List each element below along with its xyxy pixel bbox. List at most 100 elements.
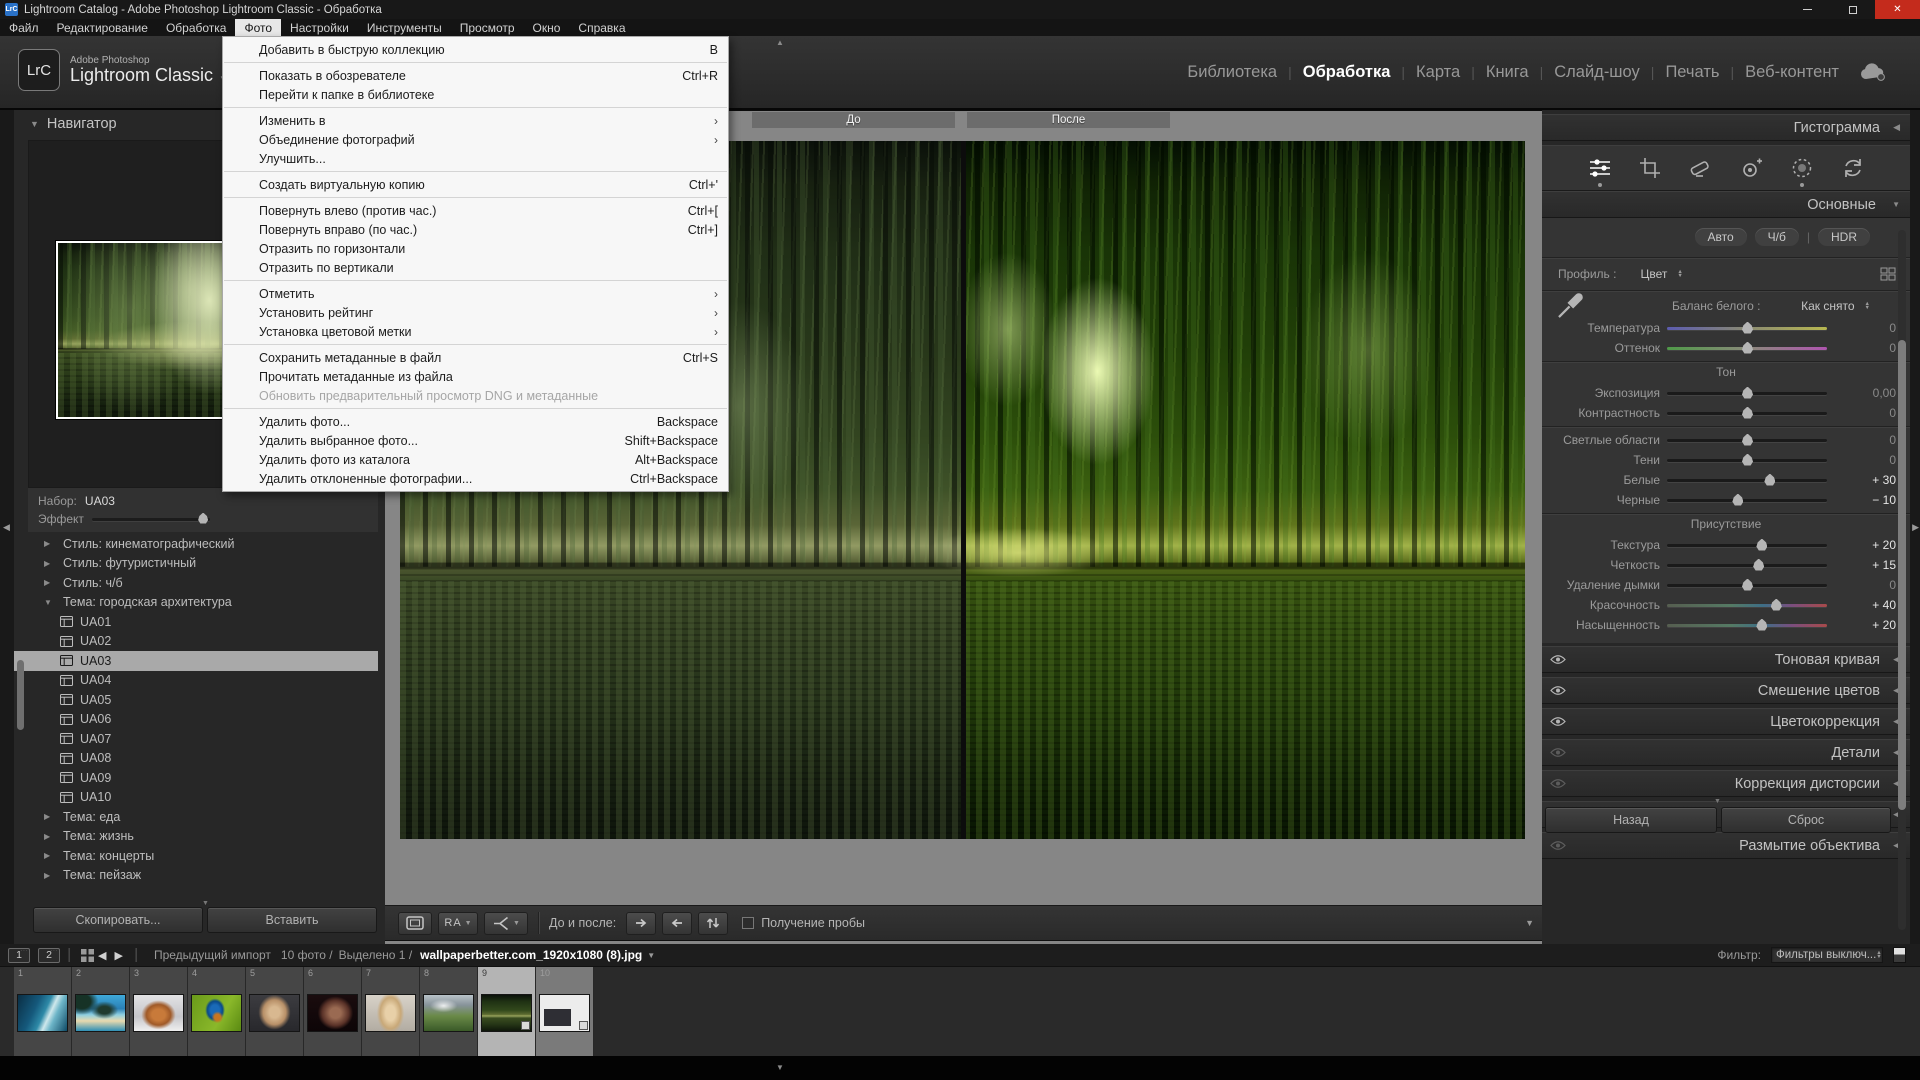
filmstrip-cell-4[interactable]: 4 bbox=[188, 967, 246, 1056]
disclosure-triangle-icon[interactable]: ▶ bbox=[44, 578, 56, 587]
slider-thumb[interactable] bbox=[1756, 539, 1767, 551]
menu-item-5-1[interactable]: Установить рейтинг› bbox=[223, 303, 728, 322]
filmstrip-cell-1[interactable]: 1 bbox=[14, 967, 72, 1056]
eye-icon[interactable] bbox=[1550, 716, 1566, 727]
profile-value[interactable]: Цвет bbox=[1640, 267, 1667, 281]
chevron-down-icon[interactable]: ▼ bbox=[647, 951, 655, 960]
menubar-item-8[interactable]: Окно bbox=[524, 19, 570, 36]
disclosure-triangle-icon[interactable]: ▶ bbox=[44, 559, 56, 568]
filmstrip-cell-10[interactable]: 10 bbox=[536, 967, 594, 1056]
previous-photo-arrow[interactable]: ◀ bbox=[98, 949, 106, 962]
menu-item-2-2[interactable]: Улучшить... bbox=[223, 149, 728, 168]
slider-track[interactable] bbox=[1667, 624, 1827, 627]
next-photo-arrow[interactable]: ▶ bbox=[114, 949, 122, 962]
slider-thumb[interactable] bbox=[1742, 434, 1753, 446]
slider-track[interactable] bbox=[1667, 327, 1827, 330]
menubar-item-4[interactable]: Фото bbox=[235, 19, 281, 36]
slider-track[interactable] bbox=[1667, 459, 1827, 462]
filmstrip-cell-7[interactable]: 7 bbox=[362, 967, 420, 1056]
menu-item-1-0[interactable]: Показать в обозревателеCtrl+R bbox=[223, 66, 728, 85]
menu-item-2-1[interactable]: Объединение фотографий› bbox=[223, 130, 728, 149]
close-button[interactable]: ✕ bbox=[1875, 0, 1920, 19]
slider-track[interactable] bbox=[1667, 564, 1827, 567]
menu-item-3-0[interactable]: Создать виртуальную копиюCtrl+' bbox=[223, 175, 728, 194]
collection-item-UA09[interactable]: UA09 bbox=[14, 768, 378, 788]
collection-group-15[interactable]: ▶Тема: еда bbox=[14, 807, 378, 827]
filmstrip-thumb-shot[interactable] bbox=[539, 994, 590, 1032]
eye-icon[interactable] bbox=[1550, 778, 1566, 789]
hdr-button[interactable]: HDR bbox=[1818, 228, 1870, 246]
left-scrollbar[interactable] bbox=[17, 660, 24, 730]
slider-thumb[interactable] bbox=[1742, 387, 1753, 399]
disclosure-triangle-icon[interactable]: ▶ bbox=[44, 812, 56, 821]
collection-item-UA06[interactable]: UA06 bbox=[14, 710, 378, 730]
slider-value[interactable]: − 10 bbox=[1850, 493, 1896, 507]
effect-slider[interactable] bbox=[92, 518, 210, 521]
filmstrip-cell-9[interactable]: 9 bbox=[478, 967, 536, 1056]
after-pane[interactable] bbox=[966, 141, 1525, 839]
collapse-top-panel-arrow[interactable]: ▲ bbox=[776, 38, 784, 47]
filmstrip-thumb-bird[interactable] bbox=[191, 994, 242, 1032]
menubar-item-1[interactable]: Файл bbox=[0, 19, 48, 36]
left-panel-edge[interactable]: ◀ bbox=[0, 110, 14, 944]
wb-value[interactable]: Как снято bbox=[1801, 299, 1854, 313]
paste-button[interactable]: Вставить bbox=[207, 907, 377, 933]
menubar-item-2[interactable]: Редактирование bbox=[48, 19, 157, 36]
maximize-button[interactable] bbox=[1830, 0, 1875, 19]
menubar-item-3[interactable]: Обработка bbox=[157, 19, 236, 36]
current-filename[interactable]: wallpaperbetter.com_1920x1080 (8).jpg bbox=[420, 948, 642, 962]
module-tab-4[interactable]: Книга bbox=[1475, 63, 1540, 82]
module-tab-3[interactable]: Карта bbox=[1405, 63, 1471, 82]
menu-item-4-2[interactable]: Отразить по горизонтали bbox=[223, 239, 728, 258]
filter-dropdown[interactable]: Фильтры выключ... ▲▼ bbox=[1771, 947, 1883, 963]
profile-browser-icon[interactable] bbox=[1880, 267, 1896, 281]
panel-header-1[interactable]: Тоновая кривая◀ bbox=[1542, 646, 1910, 673]
filmstrip-thumb-blonde1[interactable] bbox=[249, 994, 300, 1032]
filmstrip-thumb-blonde2[interactable] bbox=[365, 994, 416, 1032]
menu-item-7-3[interactable]: Удалить отклоненные фотографии...Ctrl+Ba… bbox=[223, 469, 728, 488]
collection-item-UA10[interactable]: UA10 bbox=[14, 788, 378, 808]
collection-group-17[interactable]: ▶Тема: концерты bbox=[14, 846, 378, 866]
collection-group-16[interactable]: ▶Тема: жизнь bbox=[14, 827, 378, 847]
collection-item-UA07[interactable]: UA07 bbox=[14, 729, 378, 749]
soft-proofing-checkbox[interactable] bbox=[742, 917, 754, 929]
healing-icon[interactable] bbox=[1688, 157, 1712, 179]
slider-thumb[interactable] bbox=[1753, 559, 1764, 571]
minimize-button[interactable] bbox=[1785, 0, 1830, 19]
slider-track[interactable] bbox=[1667, 544, 1827, 547]
collection-item-UA03[interactable]: UA03 bbox=[14, 651, 378, 671]
collapse-filmstrip-arrow[interactable]: ▼ bbox=[776, 1063, 784, 1072]
slider-thumb[interactable] bbox=[1742, 454, 1753, 466]
white-balance-eyedropper[interactable] bbox=[1554, 288, 1588, 322]
collection-group-3[interactable]: ▶Стиль: ч/б bbox=[14, 573, 378, 593]
menu-item-6-0[interactable]: Сохранить метаданные в файлCtrl+S bbox=[223, 348, 728, 367]
slider-value[interactable]: 0 bbox=[1850, 578, 1896, 592]
slider-track[interactable] bbox=[1667, 499, 1827, 502]
menubar-item-5[interactable]: Настройки bbox=[281, 19, 358, 36]
slider-value[interactable]: + 40 bbox=[1850, 598, 1896, 612]
toolbar-options-caret[interactable]: ▼ bbox=[1525, 918, 1534, 928]
menu-item-6-1[interactable]: Прочитать метаданные из файла bbox=[223, 367, 728, 386]
filter-toggle[interactable] bbox=[1893, 947, 1906, 963]
menu-item-5-2[interactable]: Установка цветовой метки› bbox=[223, 322, 728, 341]
swap-before-after-button[interactable] bbox=[698, 912, 728, 935]
filmstrip-thumb-ocean[interactable] bbox=[17, 994, 68, 1032]
collection-group-1[interactable]: ▶Стиль: кинематографический bbox=[14, 534, 378, 554]
back-button[interactable]: Назад bbox=[1545, 807, 1717, 833]
menu-item-0-0[interactable]: Добавить в быструю коллекциюB bbox=[223, 40, 728, 59]
slider-thumb[interactable] bbox=[1732, 494, 1743, 506]
panel-header-5[interactable]: Коррекция дисторсии◀ bbox=[1542, 770, 1910, 797]
slider-value[interactable]: 0 bbox=[1850, 321, 1896, 335]
slider-value[interactable]: 0 bbox=[1850, 406, 1896, 420]
menubar-item-7[interactable]: Просмотр bbox=[451, 19, 524, 36]
bw-button[interactable]: Ч/б bbox=[1755, 228, 1799, 246]
slider-thumb[interactable] bbox=[1742, 407, 1753, 419]
slider-value[interactable]: + 30 bbox=[1850, 473, 1896, 487]
slider-thumb[interactable] bbox=[1756, 619, 1767, 631]
stepper-icon[interactable]: ▲▼ bbox=[1677, 270, 1682, 279]
before-after-view-button[interactable]: ▼ bbox=[484, 912, 528, 935]
effect-slider-thumb[interactable] bbox=[198, 513, 208, 524]
slider-value[interactable]: 0,00 bbox=[1850, 386, 1896, 400]
filmstrip-cell-3[interactable]: 3 bbox=[130, 967, 188, 1056]
module-tab-2[interactable]: Обработка bbox=[1292, 63, 1402, 82]
